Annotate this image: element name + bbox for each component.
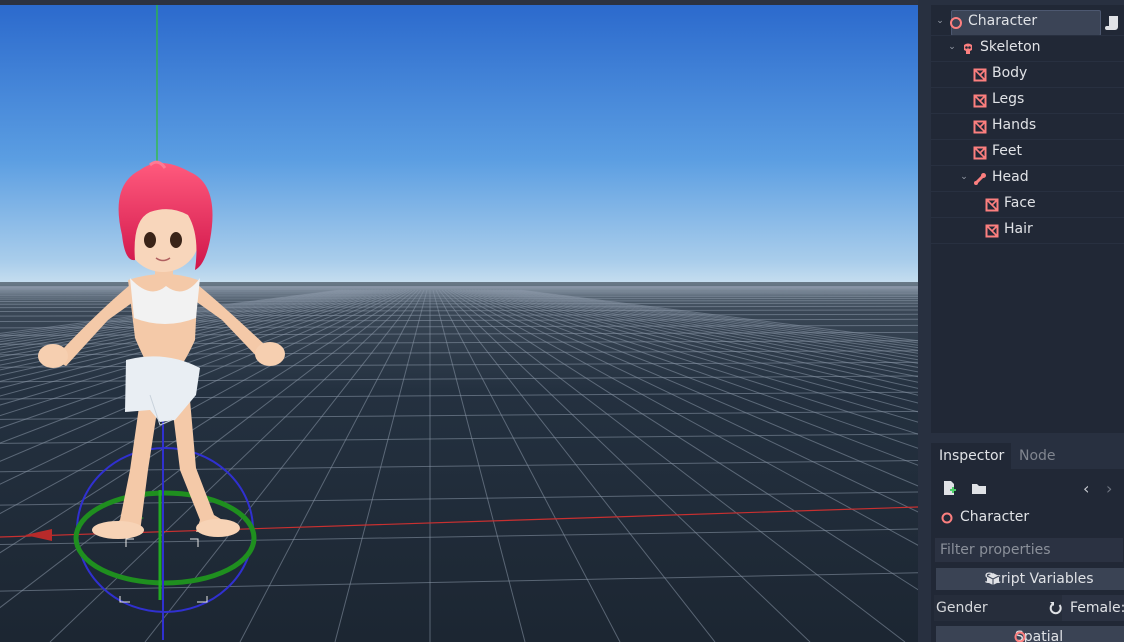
tree-item-face[interactable]: Face xyxy=(931,192,1124,218)
viewport-3d[interactable] xyxy=(0,0,918,642)
tree-item-label: Character xyxy=(968,13,1038,29)
tree-item-label: Face xyxy=(1004,195,1036,211)
tree-item-feet[interactable]: Feet xyxy=(931,140,1124,166)
property-gender-label: Gender xyxy=(936,600,988,616)
section-script-variables[interactable]: Script Variables xyxy=(936,568,1124,590)
tree-item-label: Body xyxy=(992,65,1028,81)
collapse-arrow-icon[interactable]: ⌄ xyxy=(959,172,969,182)
tree-item-skeleton[interactable]: ⌄ Skeleton xyxy=(931,36,1124,62)
spatial-node-icon xyxy=(950,17,962,29)
scene-tree-panel[interactable]: ⌄ Character ⌄ Skeleton Body Legs Hands Feet ⌄ Hea… xyxy=(931,5,1124,433)
property-gender-value[interactable]: Female:1 xyxy=(1062,595,1124,621)
section-spatial[interactable]: Spatial xyxy=(936,626,1124,642)
inspected-node-name: Character xyxy=(960,509,1030,525)
tree-item-body[interactable]: Body xyxy=(931,62,1124,88)
tree-item-label: Head xyxy=(992,169,1029,185)
mesh-instance-icon xyxy=(973,68,987,82)
tab-node[interactable]: Node xyxy=(1011,443,1124,469)
tree-item-character[interactable]: ⌄ Character xyxy=(931,10,1124,36)
spatial-node-icon xyxy=(941,512,953,524)
revert-icon[interactable] xyxy=(1049,601,1063,615)
tree-item-label: Feet xyxy=(992,143,1023,159)
script-cube-icon xyxy=(986,573,1000,585)
history-back-icon[interactable]: ‹ xyxy=(1083,479,1089,498)
tree-item-hair[interactable]: Hair xyxy=(931,218,1124,244)
mesh-instance-icon xyxy=(985,198,999,212)
skeleton-icon xyxy=(964,43,972,54)
history-forward-icon[interactable]: › xyxy=(1106,479,1112,498)
collapse-arrow-icon[interactable]: ⌄ xyxy=(935,16,945,26)
viewport-scene[interactable] xyxy=(0,0,918,642)
tab-inspector[interactable]: Inspector xyxy=(931,443,1013,469)
mesh-instance-icon xyxy=(985,224,999,238)
right-dock: ⌄ Character ⌄ Skeleton Body Legs Hands Feet ⌄ Hea… xyxy=(918,0,1124,642)
tree-item-head[interactable]: ⌄ Head xyxy=(931,166,1124,192)
tree-item-label: Hair xyxy=(1004,221,1033,237)
script-attached-icon[interactable] xyxy=(1105,15,1119,31)
viewport-top-border xyxy=(0,0,918,5)
section-spatial-label: Spatial xyxy=(1014,629,1064,642)
tree-item-legs[interactable]: Legs xyxy=(931,88,1124,114)
new-resource-icon[interactable] xyxy=(941,480,957,496)
mesh-instance-icon xyxy=(973,146,987,160)
tree-item-hands[interactable]: Hands xyxy=(931,114,1124,140)
tree-item-label: Legs xyxy=(992,91,1025,107)
bone-attachment-icon xyxy=(974,173,986,185)
mesh-instance-icon xyxy=(973,120,987,134)
tree-item-label: Skeleton xyxy=(980,39,1041,55)
load-resource-folder-icon[interactable] xyxy=(971,480,987,496)
tree-item-label: Hands xyxy=(992,117,1037,133)
inspector-panel: Inspector Node ‹ › Character Filter prop… xyxy=(931,443,1124,642)
spatial-node-icon xyxy=(1014,631,1026,642)
collapse-arrow-icon[interactable]: ⌄ xyxy=(947,42,957,52)
mesh-instance-icon xyxy=(973,94,987,108)
filter-properties-input[interactable]: Filter properties xyxy=(934,537,1124,563)
